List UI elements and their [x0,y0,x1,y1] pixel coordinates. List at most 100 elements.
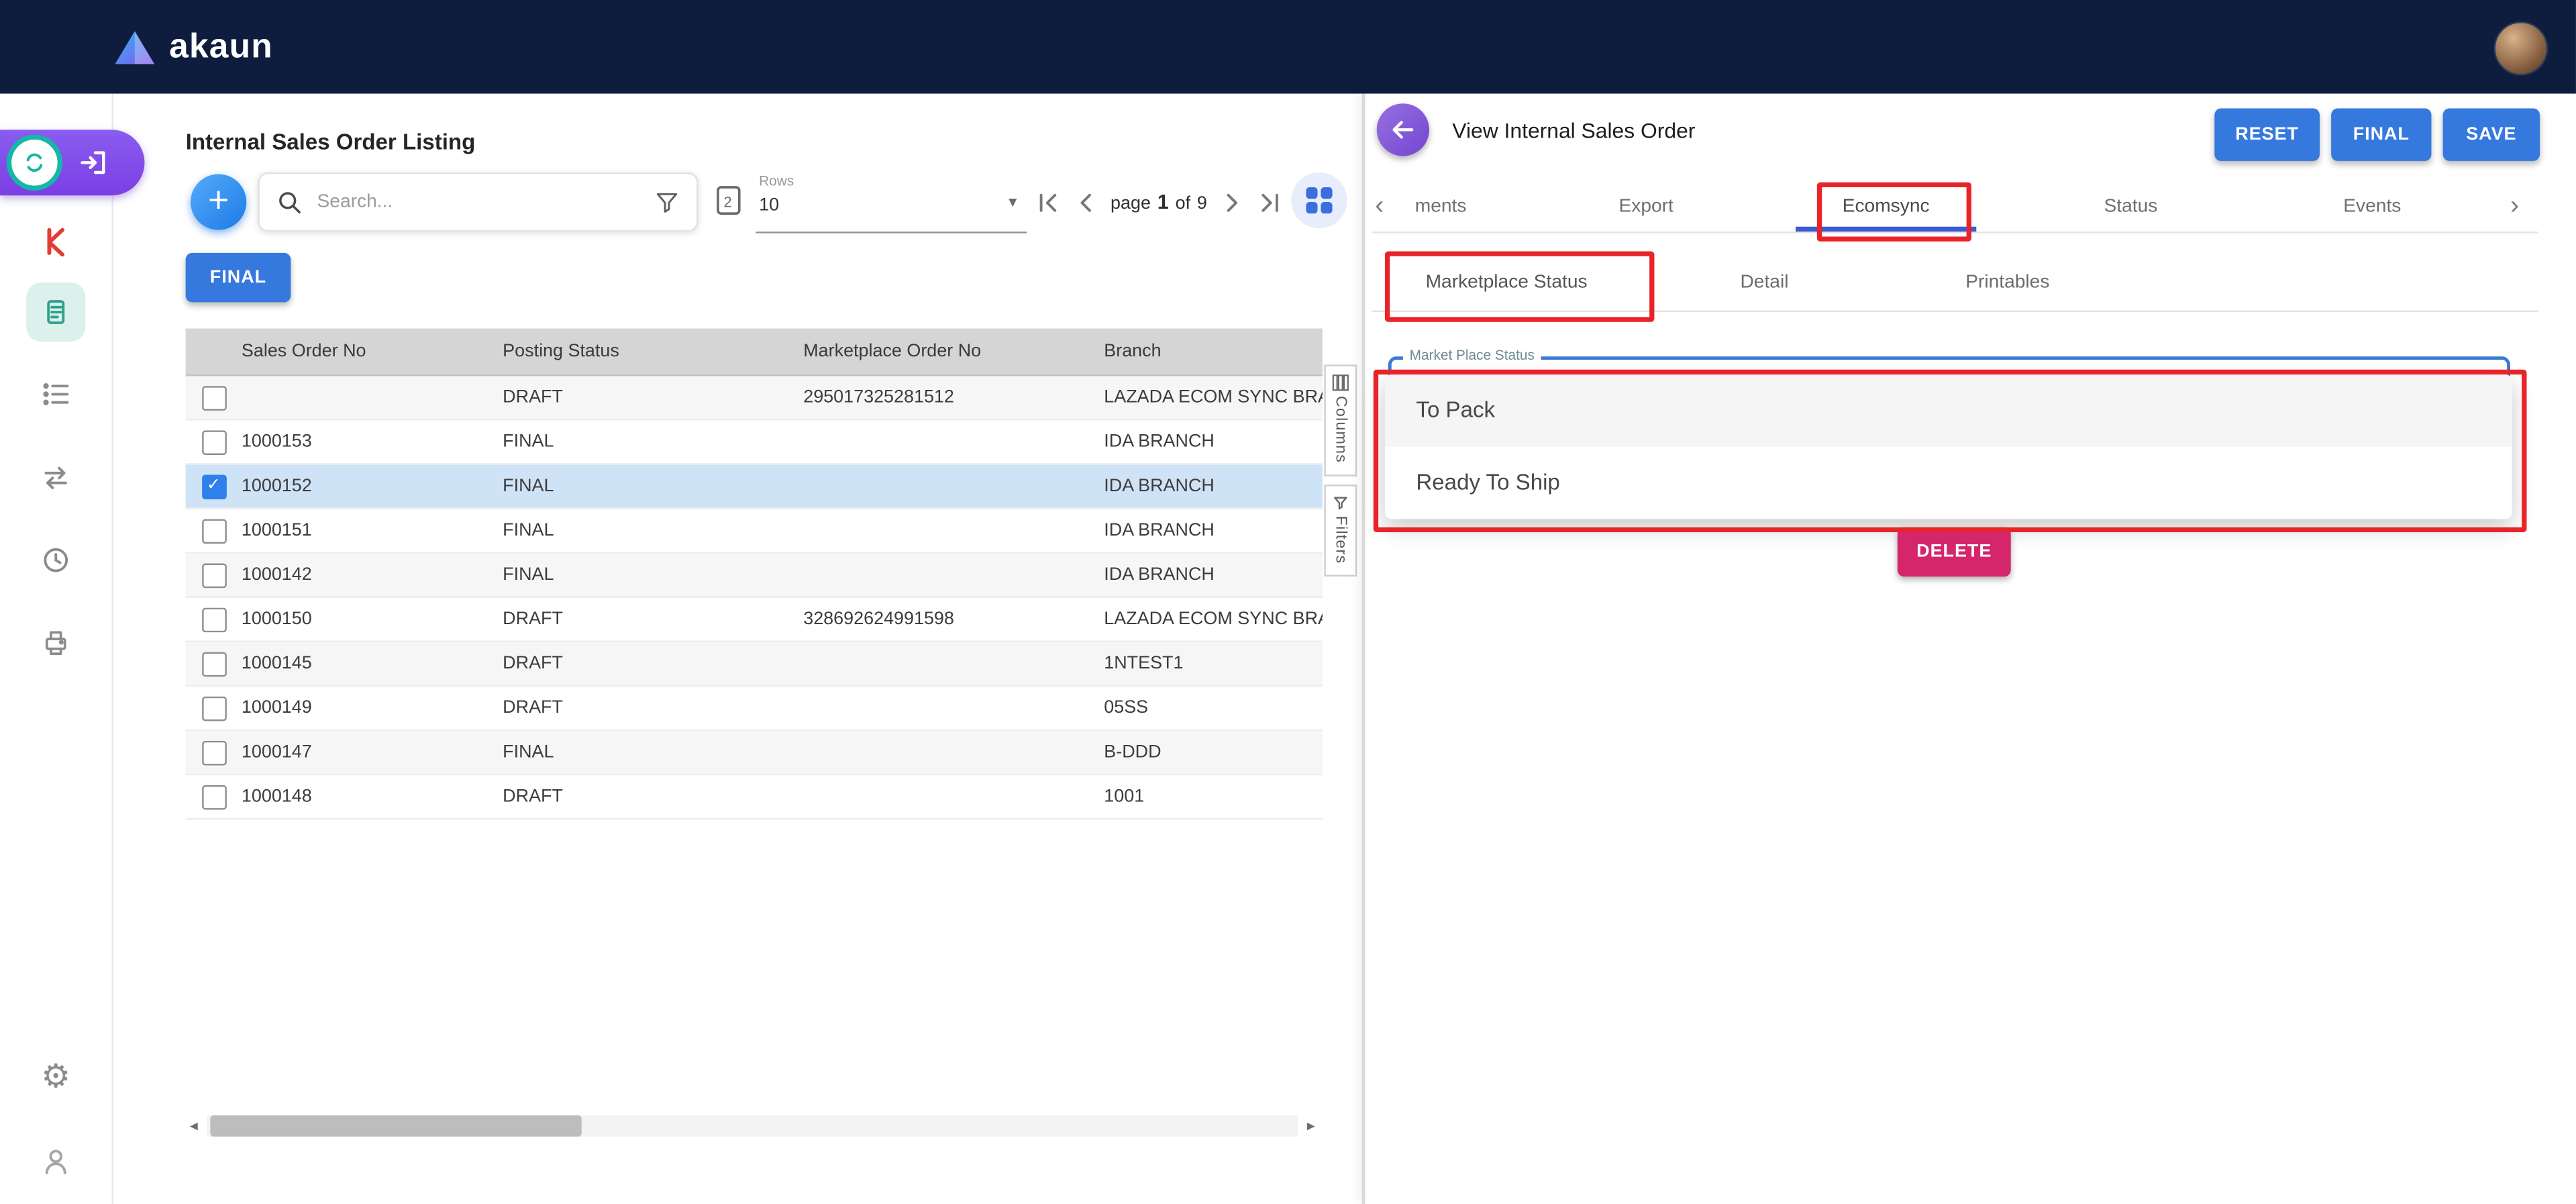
login-icon[interactable] [77,146,110,179]
filters-tab[interactable]: Filters [1324,485,1357,577]
page-word: page [1111,194,1151,213]
subtab-detail[interactable]: Detail [1682,254,1847,310]
checkbox-cell [186,740,242,765]
final-filter-button[interactable]: FINAL [186,253,291,302]
row-checkbox[interactable] [201,518,226,543]
scroll-left-arrow[interactable]: ◄ [187,1119,200,1134]
cell-posting-status: FINAL [503,565,803,585]
option-ready-to-ship[interactable]: Ready To Ship [1385,447,2512,519]
grid-icon [1304,186,1334,215]
rows-value: 10 [759,195,779,215]
tab-ecomsync[interactable]: Ecomsync [1788,183,1985,232]
table-row-selected[interactable]: ✓ 1000152 FINAL IDA BRANCH [186,465,1323,509]
tabs-scroll-right[interactable]: › [2510,183,2519,232]
col-marketplace-order-no[interactable]: Marketplace Order No [803,342,1104,361]
sidebar-active-pill [0,130,144,195]
reset-label: RESET [2235,125,2299,144]
row-checkbox[interactable] [201,607,226,632]
row-checkbox[interactable] [201,562,226,587]
row-checkbox[interactable] [201,651,226,676]
transfer-arrows-icon[interactable] [40,462,72,495]
row-checkbox-checked[interactable]: ✓ [201,474,226,499]
row-checkbox[interactable] [201,430,226,454]
table-row[interactable]: 1000145 DRAFT 1NTEST1 [186,642,1323,687]
col-sales-order-no[interactable]: Sales Order No [242,342,503,361]
option-to-pack[interactable]: To Pack [1385,374,2512,447]
table-row[interactable]: 1000142 FINAL IDA BRANCH [186,554,1323,598]
cell-posting-status: DRAFT [503,388,803,407]
table-row[interactable]: 1000153 FINAL IDA BRANCH [186,421,1323,465]
add-button[interactable]: + [191,174,246,230]
cell-sales-order-no: 1000142 [242,565,503,585]
tab-ments[interactable]: ments [1342,183,1539,232]
apps-grid-button[interactable] [1291,172,1347,228]
rows-label: Rows [759,172,794,189]
table-row[interactable]: 1000151 FINAL IDA BRANCH [186,509,1323,554]
table-row[interactable]: DRAFT 295017325281512 LAZADA ECOM SYNC B… [186,376,1323,420]
of-word: of [1176,194,1190,213]
row-checkbox[interactable] [201,385,226,410]
chevron-down-icon: ▾ [1009,194,1017,212]
page-size-icon[interactable]: 2 [711,183,748,227]
horizontal-scrollbar[interactable] [207,1115,1298,1137]
col-posting-status[interactable]: Posting Status [503,342,803,361]
col-branch[interactable]: Branch [1104,342,1323,361]
checkbox-cell [186,651,242,676]
final-label: FINAL [2353,125,2410,144]
app-sync-icon[interactable] [7,135,62,191]
rows-per-page-select[interactable]: Rows 10 ▾ [756,171,1027,234]
user-avatar[interactable] [2494,21,2548,76]
final-button[interactable]: FINAL [2331,109,2431,161]
table-row[interactable]: 1000148 DRAFT 1001 [186,775,1323,819]
cell-posting-status: FINAL [503,742,803,762]
checkbox-cell [186,518,242,543]
final-filter-label: FINAL [210,268,266,287]
tab-events[interactable]: Events [2273,183,2471,232]
ledger-module-icon[interactable] [26,283,85,342]
delete-button[interactable]: DELETE [1898,528,2011,576]
search-input[interactable] [314,191,654,213]
cell-branch: 1NTEST1 [1104,654,1323,673]
back-button[interactable] [1377,103,1429,156]
delete-label: DELETE [1916,542,1992,562]
settings-gear-icon[interactable]: ⚙ [41,1061,70,1094]
checkbox-cell [186,562,242,587]
table-row[interactable]: 1000149 DRAFT 05SS [186,687,1323,731]
cell-sales-order-no: 1000152 [242,476,503,496]
prev-page-button[interactable] [1073,190,1098,215]
reset-button[interactable]: RESET [2214,109,2320,161]
tab-export[interactable]: Export [1547,183,1745,232]
filter-funnel-icon[interactable] [654,189,680,215]
last-page-button[interactable] [1258,190,1283,215]
table-header: Sales Order No Posting Status Marketplac… [186,329,1323,377]
next-page-button[interactable] [1220,190,1245,215]
table-row[interactable]: 1000147 FINAL B-DDD [186,731,1323,775]
checkbox-cell [186,385,242,410]
cell-sales-order-no: 1000147 [242,742,503,762]
first-page-button[interactable] [1035,190,1060,215]
cell-sales-order-no: 1000145 [242,654,503,673]
row-checkbox[interactable] [201,696,226,721]
save-button[interactable]: SAVE [2443,109,2540,161]
row-checkbox[interactable] [201,740,226,765]
table-row[interactable]: 1000150 DRAFT 328692624991598 LAZADA ECO… [186,598,1323,642]
total-pages: 9 [1197,194,1207,213]
red-module-icon[interactable] [40,225,72,258]
brand-logo[interactable]: akaun [111,0,272,94]
cell-branch: 1001 [1104,787,1323,806]
subtab-printables[interactable]: Printables [1909,254,2106,310]
scrollbar-thumb[interactable] [210,1115,581,1137]
scroll-right-arrow[interactable]: ► [1304,1119,1317,1134]
subtab-marketplace-status[interactable]: Marketplace Status [1383,254,1629,310]
filters-icon [1333,495,1349,511]
check-icon: ✓ [207,478,221,494]
history-clock-icon[interactable] [40,544,72,576]
tab-status[interactable]: Status [2032,183,2230,232]
row-checkbox[interactable] [201,785,226,809]
columns-tab[interactable]: Columns [1324,364,1357,476]
cell-sales-order-no: 1000151 [242,521,503,540]
cell-sales-order-no: 1000148 [242,787,503,806]
printer-icon[interactable] [40,625,72,658]
list-icon[interactable] [40,378,72,411]
profile-person-icon[interactable] [40,1145,72,1178]
